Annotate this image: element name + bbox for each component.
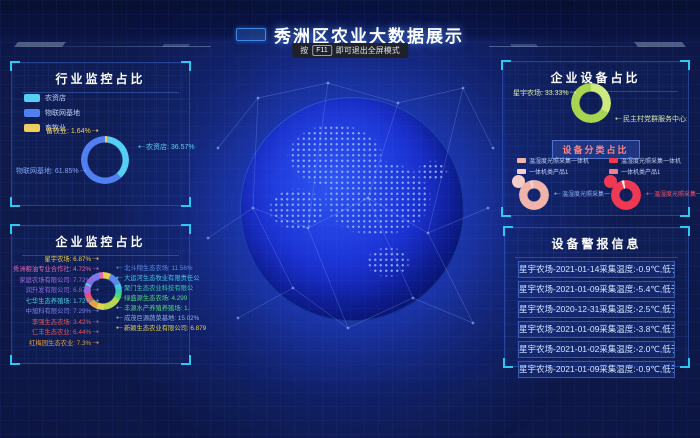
- alarm-row[interactable]: 星宇农场-2020-12-31采集温度:-2.5℃,低于下限:0℃: [518, 301, 675, 318]
- enterprise-chart-label: 七华生态养殖场: 1.72%: [26, 296, 99, 305]
- legend-item[interactable]: 温湿度光照采集一体机: [609, 156, 689, 165]
- alarm-row[interactable]: 星宇农场-2021-01-02采集温度:-2.0℃,低于下限:0℃: [518, 341, 675, 358]
- enterprise-chart-label: 红梅园生态农业: 7.3%: [29, 338, 99, 347]
- enterprise-chart-label: 北斗翔生态农场: 11.56%: [116, 263, 192, 272]
- enterprise-chart-label: 成茂巨源蔬菜基地: 15.02%: [116, 313, 199, 322]
- enterprise-chart-label: 绿盛源生态农场: 4.299: [116, 293, 187, 302]
- device-class-chart-right: 温湿度光照采集一体机 一体机类产品1 温湿度光照采集一: [597, 154, 689, 176]
- class-donut-red[interactable]: [611, 180, 641, 210]
- legend-swatch: [24, 94, 40, 102]
- enterprise-chart-label: 秀洲粮油专业合作社: 4.72%: [13, 264, 99, 273]
- device-chart-label: 星宇农场: 33.33%: [513, 88, 577, 98]
- industry-chart-label: 畜牧业: 1.64%: [46, 126, 99, 136]
- industry-chart-label: 物联网基地: 61.85%: [16, 166, 87, 176]
- alarm-row[interactable]: 星宇农场-2021-01-09采集温度:-5.4℃,低于下限:0℃: [518, 281, 675, 298]
- enterprise-chart-label: 润升发有限公司: 6.87%: [26, 285, 99, 294]
- enterprise-chart-label: 大运河生态牧业有限责任公: [116, 273, 200, 282]
- class-donut-pink[interactable]: [519, 180, 549, 210]
- class-chart-pointer-label: 温湿度光照采集一: [554, 189, 610, 198]
- class-chart-pointer-label: 温湿度光照采集一: [646, 189, 700, 198]
- panel-title: 企业监控占比: [12, 226, 189, 256]
- legend-swatch: [517, 169, 526, 174]
- panel-industry-ratio: 行业监控占比 农资店 物联网基地 畜牧业 畜牧业: 1.64% 农资店: 36.…: [11, 62, 190, 206]
- alarm-row[interactable]: 星宇农场-2021-01-14采集温度:-0.9℃,低于下限:0℃: [518, 261, 675, 278]
- enterprise-chart-label: 中旭科有限公司: 7.29%: [26, 306, 99, 315]
- industry-donut-chart[interactable]: [81, 136, 129, 184]
- panel-enterprise-ratio: 企业监控占比 星宇农场: 6.87% 秀洲粮油专业合作社: 4.72% 家庭农场…: [11, 225, 190, 364]
- enterprise-chart-label: 新颖生态农业有限公司: 6.879: [116, 323, 206, 332]
- enterprise-chart-label: 星宇农场: 6.87%: [45, 254, 100, 263]
- legend-item[interactable]: 农资店: [24, 93, 80, 103]
- alarm-row[interactable]: 星宇农场-2021-01-09采集温度:-3.8℃,低于下限:0℃: [518, 321, 675, 338]
- fullscreen-toast: 按 F11 即可退出全屏模式: [292, 43, 408, 58]
- legend-swatch: [609, 158, 618, 163]
- legend-item[interactable]: 一体机类产品1: [517, 167, 597, 176]
- panel-title: 行业监控占比: [12, 63, 189, 93]
- legend-swatch: [24, 124, 40, 132]
- legend-swatch: [24, 109, 40, 117]
- panel-device-ratio: 企业设备占比 星宇农场: 33.33% 民主村党群服务中心: 设备分类占比 温湿…: [502, 61, 689, 216]
- panel-device-alarms: 设备警报信息 星宇农场-2021-01-14采集温度:-0.9℃,低于下限:0℃…: [504, 227, 689, 367]
- legend-swatch: [517, 158, 526, 163]
- globe-visualization: [240, 97, 464, 321]
- enterprise-chart-label: 家庭农场有限公司: 7.72%: [19, 275, 99, 284]
- legend-item[interactable]: 一体机类产品1: [609, 167, 689, 176]
- device-chart-label: 民主村党群服务中心:: [615, 114, 687, 124]
- legend-item[interactable]: 物联网基地: [24, 108, 80, 118]
- enterprise-chart-label: 丰源水产养殖养殖场: 1.: [116, 303, 189, 312]
- dashboard: 秀洲区农业大数据展示 按 F11 即可退出全屏模式 行业监控占比: [0, 0, 700, 438]
- enterprise-chart-label: 李强生态农场: 3.42%: [32, 317, 99, 326]
- device-class-chart-left: 温湿度光照采集一体机 一体机类产品1 温湿度光照采集一: [505, 154, 597, 176]
- toast-prefix: 按: [300, 45, 308, 56]
- panel-title: 设备警报信息: [505, 228, 688, 258]
- enterprise-chart-label: 聚门生态农业科技有限公: [116, 283, 193, 292]
- device-donut-chart[interactable]: [571, 83, 611, 123]
- globe-continents-dots: [246, 103, 458, 315]
- alarm-row[interactable]: 星宇农场-2021-01-09采集温度:-0.9℃,低于下限:0℃: [518, 361, 675, 378]
- toast-suffix: 即可退出全屏模式: [336, 45, 400, 56]
- logo-badge: [236, 28, 266, 41]
- enterprise-chart-label: 仁丰生态农业: 6.44%: [32, 327, 99, 336]
- legend-item[interactable]: 温湿度光照采集一体机: [517, 156, 597, 165]
- legend-swatch: [609, 169, 618, 174]
- industry-chart-label: 农资店: 36.57%: [138, 142, 195, 152]
- f11-key: F11: [312, 45, 332, 56]
